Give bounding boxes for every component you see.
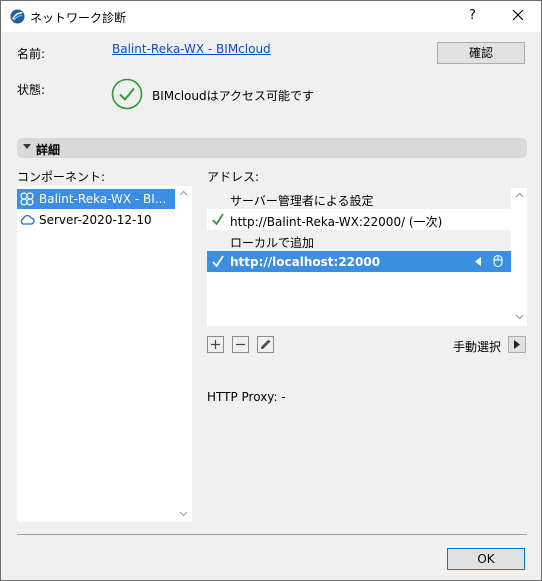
help-button[interactable]: ? [469, 8, 476, 23]
triangle-left-icon[interactable] [475, 257, 482, 266]
address-group-label: サーバー管理者による設定 [230, 194, 374, 208]
component-item-server[interactable]: Balint-Reka-WX - BI... [17, 189, 192, 209]
address-url: http://localhost:22000 [230, 255, 381, 269]
address-group-admin: サーバー管理者による設定 [207, 188, 511, 209]
network-diagnostics-dialog: ネットワーク診断 ? 名前: Balint-Reka-WX - BIMcloud… [0, 0, 542, 581]
scroll-down-icon[interactable] [179, 511, 188, 517]
scroll-up-icon[interactable] [179, 190, 188, 196]
scroll-up-icon[interactable] [515, 192, 524, 198]
details-title: 詳細 [36, 143, 61, 157]
components-label: コンポーネント: [17, 170, 106, 184]
triangle-right-icon [514, 340, 520, 349]
manual-select-label: 手動選択 [453, 340, 502, 354]
component-label: Balint-Reka-WX - BI... [39, 192, 167, 206]
window-title: ネットワーク診断 [30, 11, 127, 25]
scroll-down-icon[interactable] [515, 314, 524, 320]
plus-icon [211, 340, 220, 349]
minus-icon [236, 343, 245, 346]
close-icon[interactable] [508, 5, 528, 25]
ok-button[interactable]: OK [447, 548, 525, 570]
status-label: 状態: [17, 83, 46, 97]
app-logo-icon [10, 9, 25, 24]
address-scrollbar[interactable] [511, 188, 527, 326]
manual-select-button[interactable] [508, 336, 526, 353]
component-label: Server-2020-12-10 [39, 213, 152, 227]
mouse-icon[interactable] [492, 254, 504, 268]
address-list[interactable]: サーバー管理者による設定 http://Balint-Reka-WX:22000… [207, 188, 511, 326]
footer-separator [17, 534, 527, 535]
components-list[interactable]: Balint-Reka-WX - BI... Server-2020-12-10 [17, 186, 192, 522]
edit-address-button[interactable] [257, 336, 274, 353]
success-check-icon [111, 78, 143, 110]
title-bar: ネットワーク診断 ? [1, 1, 541, 32]
details-section-header[interactable]: 詳細 [17, 138, 527, 158]
confirm-button[interactable]: 確認 [437, 42, 525, 64]
server-name-link[interactable]: Balint-Reka-WX - BIMcloud [112, 42, 271, 56]
components-scrollbar[interactable] [175, 186, 192, 522]
check-icon [212, 213, 224, 226]
address-url: http://Balint-Reka-WX:22000/ (一次) [230, 215, 443, 229]
address-item-primary[interactable]: http://Balint-Reka-WX:22000/ (一次) [207, 209, 511, 230]
check-icon [212, 255, 224, 268]
pencil-icon [261, 339, 271, 349]
address-item-localhost[interactable]: http://localhost:22000 [207, 251, 511, 272]
cloud-icon [20, 214, 35, 225]
address-group-local: ローカルで追加 [207, 230, 511, 251]
http-proxy-label: HTTP Proxy: - [207, 390, 286, 404]
add-address-button[interactable] [207, 336, 224, 353]
network-icon [20, 192, 34, 206]
component-item-server-2020[interactable]: Server-2020-12-10 [17, 210, 192, 230]
name-label: 名前: [17, 47, 46, 61]
collapse-triangle-icon [23, 144, 31, 149]
remove-address-button[interactable] [232, 336, 249, 353]
status-value: BIMcloudはアクセス可能です [152, 89, 315, 103]
address-group-label: ローカルで追加 [230, 236, 315, 250]
address-label: アドレス: [207, 170, 260, 184]
